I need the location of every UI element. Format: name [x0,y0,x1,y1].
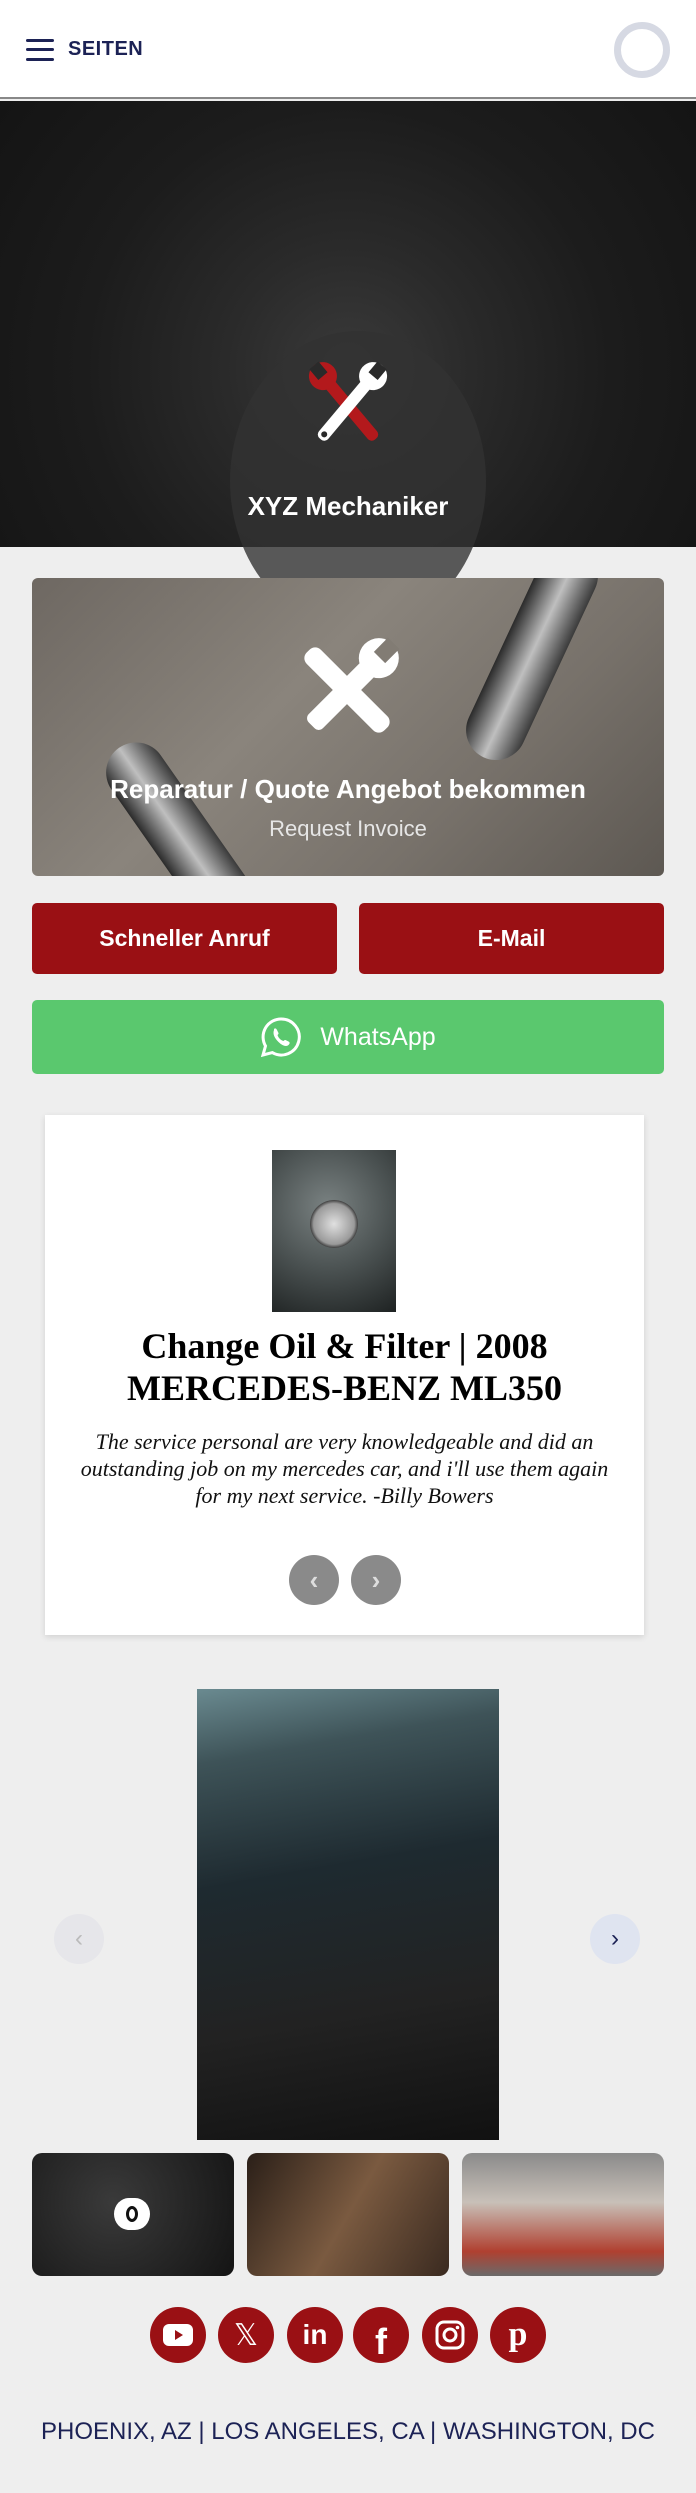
testimonial-quote: The service personal are very knowledgea… [80,1429,609,1508]
whatsapp-icon [261,1017,302,1058]
wrench-cross-icon [308,361,388,441]
email-button[interactable]: E-Mail [359,903,664,974]
quote-card-subtitle: Request Invoice [269,816,427,841]
menu-label: SEITEN [68,38,144,60]
facebook-icon[interactable]: f [353,2307,409,2363]
youtube-icon[interactable] [150,2307,206,2363]
mercedes-emblem [310,1200,358,1248]
quick-call-button[interactable]: Schneller Anruf [32,903,337,974]
x-icon[interactable]: 𝕏 [218,2307,274,2363]
request-quote-card[interactable]: Reparatur / Quote Angebot bekommen Reque… [32,578,664,876]
gallery-main-image [197,1689,499,2140]
gallery-next-button[interactable]: › [590,1914,640,1964]
eye-icon [114,2198,150,2230]
hamburger-icon [26,38,54,61]
testimonial-next-button[interactable]: › [351,1555,401,1605]
profile-avatar[interactable] [614,22,670,78]
gallery-prev-button[interactable]: ‹ [54,1914,104,1964]
pinterest-icon[interactable]: p [490,2307,546,2363]
testimonial-prev-button[interactable]: ‹ [289,1555,339,1605]
tools-icon [304,637,400,733]
whatsapp-button[interactable]: WhatsApp [32,1000,664,1074]
testimonial-image [272,1150,396,1312]
quote-card-title: Reparatur / Quote Angebot bekommen [110,774,586,804]
whatsapp-label: WhatsApp [320,1022,436,1051]
gallery-thumbnail[interactable] [32,2153,234,2276]
instagram-icon[interactable] [422,2307,478,2363]
gallery-thumbnail[interactable] [247,2153,449,2276]
testimonial-card: Change Oil & Filter | 2008 MERCEDES-BENZ… [45,1115,644,1635]
hero-banner: XYZ Mechaniker [0,101,696,631]
pages-menu-button[interactable]: SEITEN [26,38,143,61]
testimonial-title: Change Oil & Filter | 2008 MERCEDES-BENZ… [126,1326,563,1408]
linkedin-icon[interactable]: in [287,2307,343,2363]
business-name: XYZ Mechaniker [247,491,449,521]
gallery-thumbnail[interactable] [462,2153,664,2276]
footer-locations: PHOENIX, AZ | LOS ANGELES, CA | WASHINGT… [41,2418,655,2445]
header: SEITEN [0,0,696,99]
